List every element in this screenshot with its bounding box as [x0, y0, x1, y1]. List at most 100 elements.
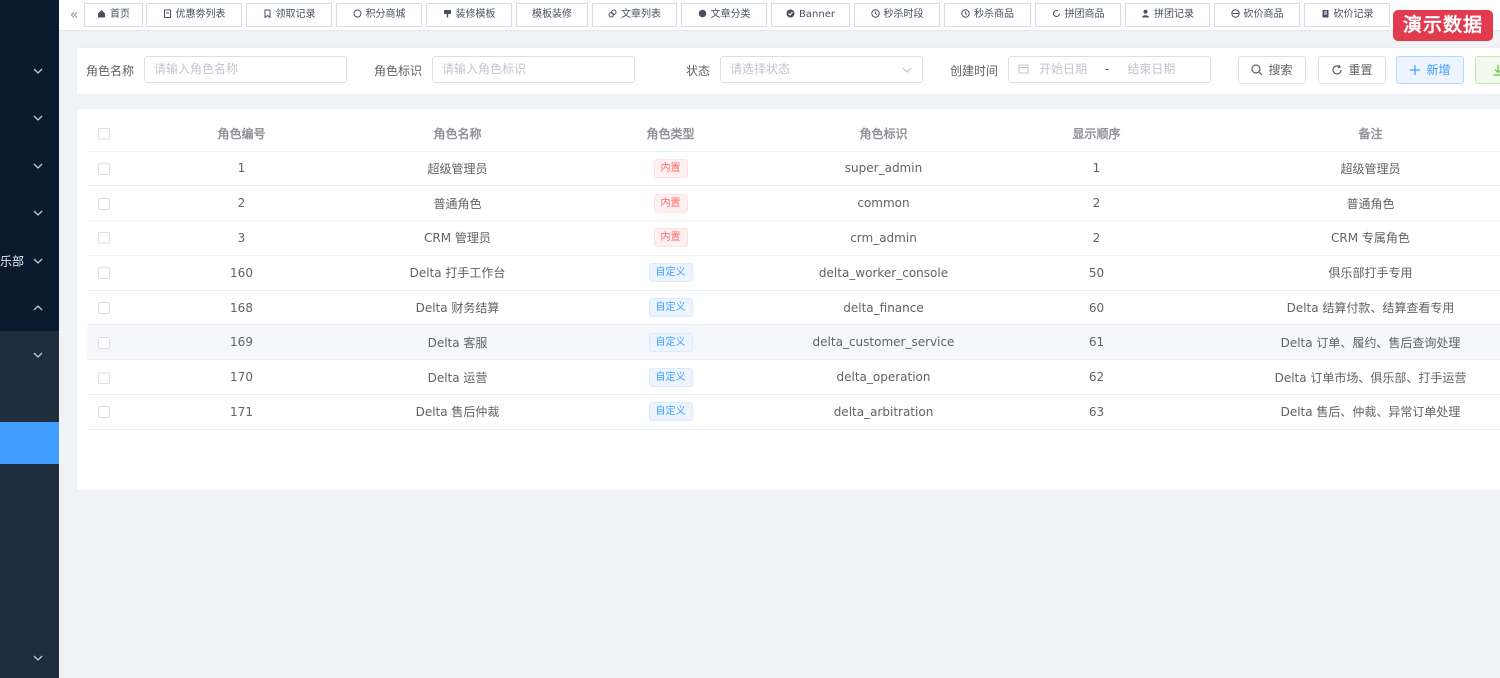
tab-13[interactable]: 拼团记录: [1125, 3, 1210, 27]
tab-14[interactable]: 砍价商品: [1214, 3, 1300, 27]
tab-1[interactable]: 首页: [84, 3, 143, 27]
tab-5[interactable]: 装修模板: [426, 3, 512, 27]
loop-icon: [1052, 9, 1061, 18]
tab-4[interactable]: 积分商城: [336, 3, 422, 27]
sidebar-submenu: [0, 331, 59, 678]
column-header[interactable]: 显示顺序: [979, 117, 1214, 152]
sidebar-item-label: 乐部: [0, 254, 25, 268]
row-checkbox: [87, 255, 121, 291]
role-key-cell: delta_finance: [788, 290, 979, 326]
column-header[interactable]: 角色名称: [362, 117, 553, 152]
table-row[interactable]: 1 超级管理员 内置 super_admin 1 超级管理员: [87, 151, 1500, 187]
tab-15[interactable]: 砍价记录: [1304, 3, 1390, 27]
row-checkbox: [87, 220, 121, 256]
sidebar-submenu-item[interactable]: [0, 331, 59, 378]
demo-data-badge: 演示数据: [1393, 10, 1493, 41]
status-select[interactable]: 请选择状态: [720, 56, 923, 83]
search-button[interactable]: 搜索: [1238, 56, 1306, 84]
refresh-icon: [1331, 64, 1343, 76]
add-button[interactable]: 新增: [1396, 56, 1464, 84]
role-id-cell: 2: [121, 185, 362, 222]
role-type-tag: 自定义: [648, 332, 693, 352]
role-sort-cell: 1: [979, 151, 1214, 187]
checkbox[interactable]: [98, 336, 110, 349]
select-all-checkbox[interactable]: [87, 117, 121, 152]
role-type-cell: 自定义: [553, 324, 788, 361]
role-remark-cell: 俱乐部打手专用: [1214, 255, 1500, 291]
tab-label: 拼团商品: [1064, 9, 1105, 20]
role-id-cell: 160: [121, 255, 362, 291]
role-key-cell: super_admin: [788, 151, 979, 187]
column-header[interactable]: 角色编号: [121, 117, 362, 152]
sidebar-menu-club[interactable]: 乐部: [0, 237, 59, 284]
sidebar-menu-4[interactable]: [0, 189, 59, 236]
double-chevron-left-icon[interactable]: «: [65, 5, 83, 25]
start-date-input[interactable]: 开始日期: [1039, 62, 1087, 76]
sidebar-item-active[interactable]: [0, 422, 59, 464]
checkbox[interactable]: [98, 267, 110, 280]
role-name-input[interactable]: 请输入角色名称: [144, 56, 347, 83]
role-type-cell: 自定义: [553, 290, 788, 326]
export-button[interactable]: [1475, 56, 1500, 84]
link-icon: [608, 9, 617, 18]
sidebar-menu-1[interactable]: [0, 47, 59, 94]
checkbox[interactable]: [98, 406, 110, 419]
role-type-tag: 自定义: [648, 367, 693, 387]
checkbox[interactable]: [98, 302, 110, 315]
table-header-row: 角色编号 角色名称 角色类型 角色标识 显示顺序 备注: [87, 117, 1500, 152]
tab-6[interactable]: 模板装修: [516, 3, 588, 27]
table-row[interactable]: 3 CRM 管理员 内置 crm_admin 2 CRM 专属角色: [87, 220, 1500, 256]
tab-label: 模板装修: [532, 9, 572, 20]
tab-10[interactable]: 秒杀时段: [854, 3, 940, 27]
table-row[interactable]: 168 Delta 财务结算 自定义 delta_finance 60 Delta 结算付…: [87, 290, 1500, 326]
coupon-icon: [163, 9, 172, 18]
gear-icon: [698, 9, 707, 18]
table-row[interactable]: 2 普通角色 内置 common 2 普通角色: [87, 185, 1500, 222]
role-sort-cell: 63: [979, 394, 1214, 430]
end-date-input[interactable]: 结束日期: [1127, 62, 1175, 76]
role-key-cell: common: [788, 185, 979, 222]
role-sort-cell: 2: [979, 185, 1214, 222]
tab-2[interactable]: 优惠劵列表: [146, 3, 242, 27]
tab-12[interactable]: 拼团商品: [1035, 3, 1121, 27]
reset-button[interactable]: 重置: [1318, 56, 1386, 84]
table-row[interactable]: 171 Delta 售后仲裁 自定义 delta_arbitration 63 Delta…: [87, 394, 1500, 430]
chevron-down-icon: [33, 161, 43, 171]
chevron-down-icon: [33, 653, 43, 663]
date-range-picker[interactable]: 开始日期 - 结束日期: [1008, 56, 1211, 83]
table-row[interactable]: 160 Delta 打手工作台 自定义 delta_worker_console 50 俱…: [87, 255, 1500, 291]
role-table: 角色编号 角色名称 角色类型 角色标识 显示顺序 备注 1 超级管理员 内置 supe…: [87, 117, 1500, 430]
role-sort-cell: 62: [979, 359, 1214, 396]
checkbox[interactable]: [98, 197, 110, 210]
tab-3[interactable]: 领取记录: [246, 3, 332, 27]
checkbox[interactable]: [98, 162, 110, 175]
role-type-cell: 内置: [553, 220, 788, 256]
chevron-down-icon: [33, 256, 43, 266]
sidebar-menu-2[interactable]: [0, 94, 59, 141]
tab-9[interactable]: Banner: [771, 3, 850, 27]
column-header[interactable]: 角色类型: [553, 117, 788, 152]
tab-label: Banner: [799, 9, 835, 20]
table-row[interactable]: 170 Delta 运营 自定义 delta_operation 62 Delta 订单市…: [87, 359, 1500, 396]
sidebar-menu-3[interactable]: [0, 142, 59, 189]
column-header[interactable]: 角色标识: [788, 117, 979, 152]
table-row[interactable]: 169 Delta 客服 自定义 delta_customer_service 61 De…: [87, 324, 1500, 361]
tab-label: 拼团记录: [1154, 9, 1194, 20]
role-key-cell: crm_admin: [788, 220, 979, 256]
checkbox[interactable]: [98, 128, 110, 141]
row-checkbox: [87, 151, 121, 187]
checkbox[interactable]: [98, 371, 110, 384]
points-icon: [353, 9, 362, 18]
role-type-cell: 自定义: [553, 255, 788, 291]
sidebar-menu-bottom[interactable]: [0, 634, 59, 678]
role-id-cell: 1: [121, 151, 362, 187]
sidebar-menu-system[interactable]: [0, 284, 59, 331]
checkbox[interactable]: [98, 232, 110, 245]
tab-8[interactable]: 文章分类: [681, 3, 767, 27]
tab-7[interactable]: 文章列表: [592, 3, 677, 27]
role-sort-cell: 50: [979, 255, 1214, 291]
role-id-cell: 168: [121, 290, 362, 326]
role-key-input[interactable]: 请输入角色标识: [432, 56, 635, 83]
tab-11[interactable]: 秒杀商品: [944, 3, 1031, 27]
column-header[interactable]: 备注: [1214, 117, 1500, 152]
